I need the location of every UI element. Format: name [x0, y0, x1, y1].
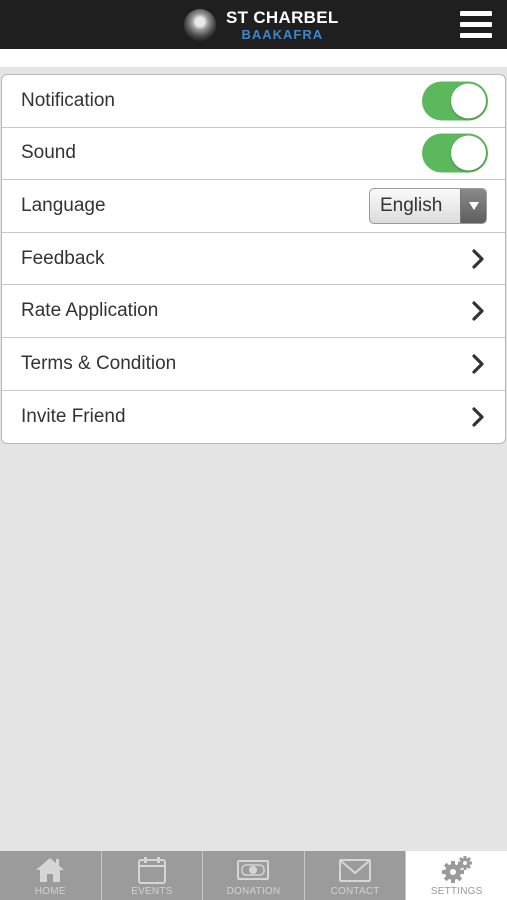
tab-donation[interactable]: DONATION	[203, 851, 305, 900]
sound-label: Sound	[21, 142, 76, 164]
settings-row-terms[interactable]: Terms & Condition	[2, 338, 505, 391]
tab-contact[interactable]: CONTACT	[305, 851, 407, 900]
tab-home-label: HOME	[34, 886, 66, 897]
app-subtitle: BAAKAFRA	[241, 27, 324, 42]
language-select[interactable]: English	[369, 187, 487, 224]
settings-row-language: Language English	[2, 180, 505, 233]
invite-label: Invite Friend	[21, 405, 126, 427]
tab-settings-label: SETTINGS	[430, 886, 483, 897]
home-icon	[36, 858, 65, 882]
logo-text: ST CHARBEL BAAKAFRA	[226, 9, 339, 41]
app-logo: ST CHARBEL BAAKAFRA	[184, 7, 339, 43]
chevron-down-icon	[460, 188, 486, 223]
chevron-right-icon	[472, 354, 484, 374]
sound-toggle[interactable]	[422, 133, 488, 173]
settings-row-invite[interactable]: Invite Friend	[2, 391, 505, 444]
header-band	[0, 49, 507, 67]
bottom-tab-bar: HOME EVENTS DONATION CONTACT SETTINGS	[0, 851, 507, 900]
calendar-icon	[137, 857, 166, 884]
language-label: Language	[21, 194, 106, 216]
hamburger-menu-icon[interactable]	[460, 11, 492, 39]
terms-label: Terms & Condition	[21, 352, 177, 374]
feedback-label: Feedback	[21, 247, 105, 269]
settings-row-rate[interactable]: Rate Application	[2, 285, 505, 338]
toggle-knob	[451, 83, 486, 119]
app-title: ST CHARBEL	[226, 8, 339, 27]
tab-contact-label: CONTACT	[330, 886, 380, 897]
chevron-right-icon	[472, 407, 484, 427]
rate-label: Rate Application	[21, 300, 159, 322]
tab-settings[interactable]: SETTINGS	[406, 851, 507, 900]
settings-list: Notification Sound Language English Feed…	[1, 74, 506, 445]
settings-row-notification: Notification	[2, 75, 505, 128]
tab-events-label: EVENTS	[131, 886, 173, 897]
settings-row-feedback[interactable]: Feedback	[2, 233, 505, 286]
notification-toggle[interactable]	[422, 81, 488, 121]
gears-icon	[441, 856, 472, 883]
envelope-icon	[339, 859, 372, 882]
tab-home[interactable]: HOME	[0, 851, 102, 900]
tab-donation-label: DONATION	[226, 886, 281, 897]
chevron-right-icon	[472, 248, 484, 269]
money-icon	[237, 860, 270, 880]
toggle-knob	[451, 135, 486, 171]
settings-row-sound: Sound	[2, 128, 505, 181]
language-select-value: English	[380, 194, 443, 216]
saint-portrait-icon	[184, 9, 216, 41]
app-header: ST CHARBEL BAAKAFRA	[0, 0, 507, 49]
chevron-right-icon	[472, 301, 484, 321]
tab-events[interactable]: EVENTS	[102, 851, 204, 900]
notification-label: Notification	[21, 89, 115, 111]
